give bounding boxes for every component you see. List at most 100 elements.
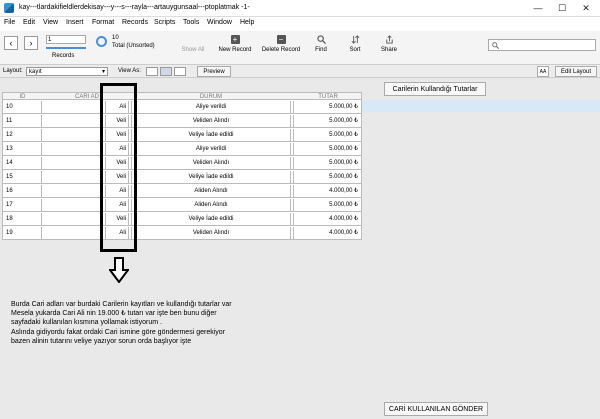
maximize-button[interactable]: ☐ bbox=[552, 2, 572, 15]
form-view-icon[interactable] bbox=[146, 67, 158, 76]
window-title: kay---tlardakifieldlerdekisay---y---s---… bbox=[19, 4, 250, 11]
menu-insert[interactable]: Insert bbox=[66, 19, 84, 26]
cell-tutar[interactable]: 5.000,00 ₺ bbox=[293, 171, 361, 183]
sort-button[interactable]: Sort bbox=[345, 35, 365, 53]
menu-view[interactable]: View bbox=[43, 19, 58, 26]
cell-durum[interactable]: Aliden Alındı bbox=[131, 199, 291, 211]
menu-file[interactable]: File bbox=[4, 19, 15, 26]
cell-tutar[interactable]: 4.000,00 ₺ bbox=[293, 227, 361, 239]
cell-tutar[interactable]: 4.000,00 ₺ bbox=[293, 185, 361, 197]
explanation-note: Burda Cari adları var burdaki Carilerin … bbox=[11, 300, 341, 346]
record-slider[interactable] bbox=[46, 47, 86, 49]
cell-durum[interactable]: Veliye İade edildi bbox=[131, 171, 291, 183]
cell-id[interactable]: 11 bbox=[3, 115, 42, 127]
quick-find-input[interactable] bbox=[488, 39, 596, 51]
close-button[interactable]: ✕ bbox=[576, 2, 596, 15]
cell-durum[interactable]: Veliden Alındı bbox=[131, 115, 291, 127]
cari-gonder-button[interactable]: CARİ KULLANILAN GÖNDER bbox=[384, 402, 488, 416]
search-icon bbox=[316, 35, 326, 44]
sort-label: Sort bbox=[349, 47, 361, 53]
cell-tutar[interactable]: 4.000,00 ₺ bbox=[293, 213, 361, 225]
menu-help[interactable]: Help bbox=[240, 19, 254, 26]
table-row[interactable]: 10 Ali Aliye verildi 5.000,00 ₺ bbox=[2, 100, 362, 114]
cell-id[interactable]: 10 bbox=[3, 101, 42, 113]
cell-tutar[interactable]: 5.000,00 ₺ bbox=[293, 101, 361, 113]
menu-edit[interactable]: Edit bbox=[23, 19, 35, 26]
cell-id[interactable]: 14 bbox=[3, 157, 42, 169]
menu-scripts[interactable]: Scripts bbox=[154, 19, 175, 26]
cell-cari[interactable] bbox=[42, 101, 103, 113]
cell-id[interactable]: 18 bbox=[3, 213, 42, 225]
table-row[interactable]: 14 Veli Veliden Alındı 5.000,00 ₺ bbox=[2, 156, 362, 170]
cell-cari[interactable] bbox=[42, 213, 103, 225]
cell-cari[interactable] bbox=[42, 199, 103, 211]
cell-durum[interactable]: Aliden Alındı bbox=[131, 185, 291, 197]
record-number-input[interactable]: 1 bbox=[46, 35, 86, 44]
cell-id[interactable]: 17 bbox=[3, 199, 42, 211]
cell-durum[interactable]: Aliye verildi bbox=[131, 101, 291, 113]
view-as-label: View As: bbox=[118, 68, 141, 74]
find-button[interactable]: Find bbox=[310, 35, 332, 53]
plus-icon: + bbox=[230, 35, 240, 44]
next-record-button[interactable]: › bbox=[24, 36, 38, 50]
table-row[interactable]: 18 Veli Veliye İade edildi 4.000,00 ₺ bbox=[2, 212, 362, 226]
text-size-button[interactable]: AA bbox=[537, 66, 549, 77]
table-row[interactable]: 15 Veli Veliye İade edildi 5.000,00 ₺ bbox=[2, 170, 362, 184]
record-count-icon bbox=[96, 36, 107, 47]
cell-tutar[interactable]: 5.000,00 ₺ bbox=[293, 143, 361, 155]
layout-select[interactable]: kayıt ▾ bbox=[26, 67, 108, 76]
app-icon bbox=[4, 3, 14, 13]
cell-durum[interactable]: Veliye İade edildi bbox=[131, 129, 291, 141]
cell-durum[interactable]: Veliden Alındı bbox=[131, 227, 291, 239]
cell-durum[interactable]: Aliye verildi bbox=[131, 143, 291, 155]
share-label: Share bbox=[380, 47, 397, 53]
cell-durum[interactable]: Veliden Alındı bbox=[131, 157, 291, 169]
cell-tutar[interactable]: 5.000,00 ₺ bbox=[293, 129, 361, 141]
new-record-button[interactable]: + New Record bbox=[215, 35, 255, 53]
preview-button[interactable]: Preview bbox=[197, 66, 231, 77]
sort-icon bbox=[351, 35, 359, 44]
share-button[interactable]: Share bbox=[378, 35, 400, 53]
cell-id[interactable]: 19 bbox=[3, 227, 42, 239]
cell-tutar[interactable]: 5.000,00 ₺ bbox=[293, 115, 361, 127]
cell-id[interactable]: 13 bbox=[3, 143, 42, 155]
cell-id[interactable]: 15 bbox=[3, 171, 42, 183]
chevron-down-icon: ▾ bbox=[101, 69, 105, 75]
layout-select-value: kayıt bbox=[29, 69, 42, 75]
cell-cari[interactable] bbox=[42, 185, 103, 197]
previous-record-button[interactable]: ‹ bbox=[4, 36, 18, 50]
minimize-button[interactable]: — bbox=[528, 2, 548, 15]
table-row[interactable]: 16 Ali Aliden Alındı 4.000,00 ₺ bbox=[2, 184, 362, 198]
cell-cari[interactable] bbox=[42, 129, 103, 141]
note-line: Mesela yukarda Cari Ali nin 19.000 ₺ tut… bbox=[11, 310, 217, 318]
records-label: Records bbox=[52, 53, 75, 59]
cell-durum[interactable]: Veliye İade edildi bbox=[131, 213, 291, 225]
table-header: ID CARI AD DURUM TUTAR bbox=[2, 92, 362, 100]
table-row[interactable]: 19 Ali Veliden Alındı 4.000,00 ₺ bbox=[2, 226, 362, 240]
delete-record-button[interactable]: − Delete Record bbox=[258, 35, 304, 53]
share-icon bbox=[385, 35, 393, 44]
cell-cari[interactable] bbox=[42, 115, 103, 127]
cell-cari[interactable] bbox=[42, 143, 103, 155]
table-row[interactable]: 11 Veli Veliden Alındı 5.000,00 ₺ bbox=[2, 114, 362, 128]
cell-cari[interactable] bbox=[42, 171, 103, 183]
cell-id[interactable]: 12 bbox=[3, 129, 42, 141]
cell-cari[interactable] bbox=[42, 227, 103, 239]
table-row[interactable]: 13 Ali Aliye verildi 5.000,00 ₺ bbox=[2, 142, 362, 156]
cell-cari[interactable] bbox=[42, 157, 103, 169]
show-all-button[interactable]: Show All bbox=[178, 35, 208, 53]
cell-tutar[interactable]: 5.000,00 ₺ bbox=[293, 199, 361, 211]
cari-tutarlar-button[interactable]: Carilerin Kullandığı Tutarlar bbox=[384, 82, 486, 96]
table-view-icon[interactable] bbox=[174, 67, 186, 76]
title-bar: kay---tlardakifieldlerdekisay---y---s---… bbox=[0, 0, 600, 17]
cell-tutar[interactable]: 5.000,00 ₺ bbox=[293, 157, 361, 169]
menu-tools[interactable]: Tools bbox=[183, 19, 199, 26]
menu-window[interactable]: Window bbox=[207, 19, 232, 26]
cell-id[interactable]: 16 bbox=[3, 185, 42, 197]
menu-format[interactable]: Format bbox=[92, 19, 114, 26]
table-row[interactable]: 17 Ali Aliden Alındı 5.000,00 ₺ bbox=[2, 198, 362, 212]
table-row[interactable]: 12 Veli Veliye İade edildi 5.000,00 ₺ bbox=[2, 128, 362, 142]
menu-records[interactable]: Records bbox=[122, 19, 148, 26]
list-view-icon[interactable] bbox=[160, 67, 172, 76]
edit-layout-button[interactable]: Edit Layout bbox=[555, 66, 597, 77]
